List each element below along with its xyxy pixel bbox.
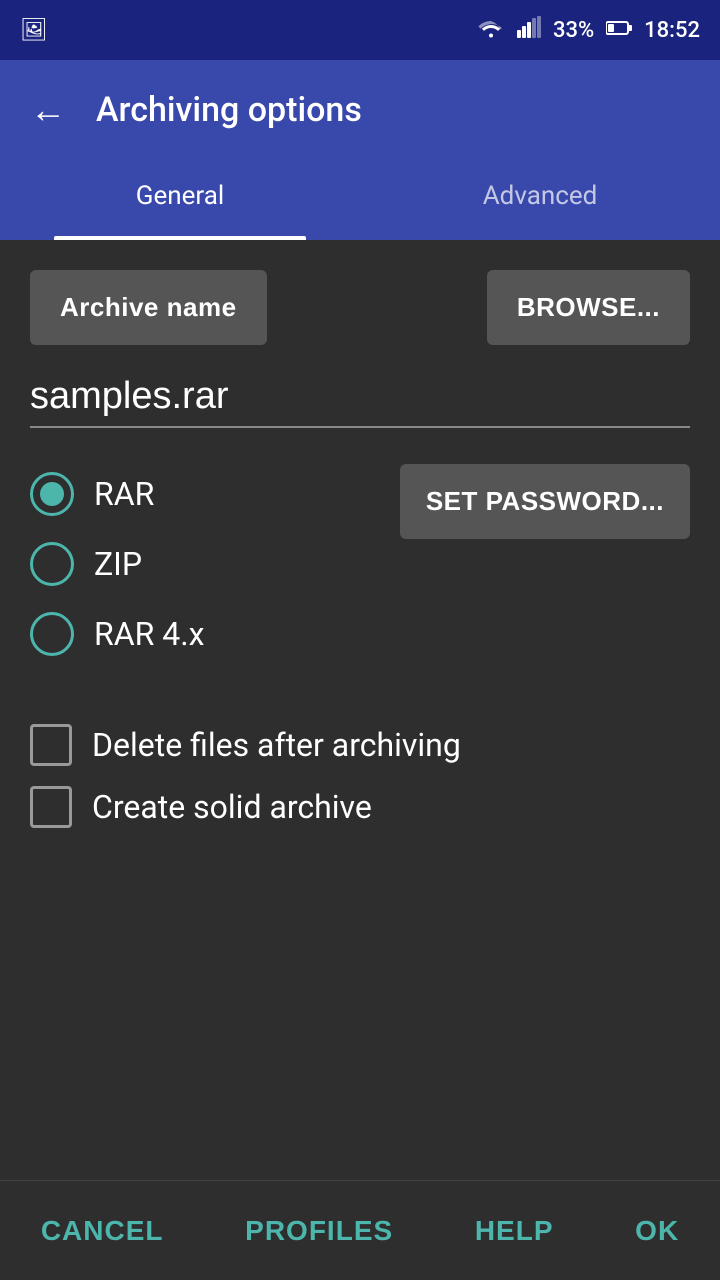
checkbox-solid-row[interactable]: Create solid archive <box>30 786 690 828</box>
signal-icon <box>517 16 541 44</box>
back-button[interactable]: ← <box>30 89 66 131</box>
radio-zip-label: ZIP <box>94 545 142 583</box>
checkbox-group: Delete files after archiving Create soli… <box>30 724 690 828</box>
profiles-button[interactable]: PROFILES <box>225 1205 413 1257</box>
radio-rar-inner <box>40 482 64 506</box>
radio-zip-button[interactable] <box>30 542 74 586</box>
image-icon: 🖼 <box>20 18 48 43</box>
cancel-button[interactable]: CANCEL <box>21 1205 184 1257</box>
checkbox-delete-row[interactable]: Delete files after archiving <box>30 724 690 766</box>
browse-button[interactable]: BROWSE... <box>487 270 690 345</box>
radio-rar4x-button[interactable] <box>30 612 74 656</box>
radio-rar[interactable]: RAR <box>30 464 205 524</box>
filename-input[interactable] <box>30 365 690 426</box>
set-password-button[interactable]: SET PASSWORD... <box>400 464 690 539</box>
radio-rar4x-label: RAR 4.x <box>94 615 205 653</box>
archive-name-row: Archive name BROWSE... <box>30 270 690 345</box>
battery-icon <box>606 18 632 43</box>
tab-general[interactable]: General <box>0 160 360 240</box>
ok-button[interactable]: OK <box>615 1205 699 1257</box>
page-title: Archiving options <box>96 90 362 130</box>
tab-bar: General Advanced <box>0 160 720 240</box>
radio-rar-button[interactable] <box>30 472 74 516</box>
checkbox-delete[interactable] <box>30 724 72 766</box>
radio-rar4x[interactable]: RAR 4.x <box>30 604 205 664</box>
format-radio-group: RAR ZIP RAR 4.x <box>30 464 205 664</box>
tab-advanced[interactable]: Advanced <box>360 160 720 240</box>
checkbox-solid-label: Create solid archive <box>92 788 372 826</box>
filename-row <box>30 365 690 428</box>
checkbox-delete-label: Delete files after archiving <box>92 726 461 764</box>
wifi-icon <box>477 16 505 44</box>
bottom-bar: CANCEL PROFILES HELP OK <box>0 1180 720 1280</box>
format-password-section: RAR ZIP RAR 4.x SET PASSWORD... <box>30 464 690 694</box>
archive-name-button[interactable]: Archive name <box>30 270 267 345</box>
help-button[interactable]: HELP <box>455 1205 574 1257</box>
status-bar: 🖼 33% 18:52 <box>0 0 720 60</box>
checkbox-solid[interactable] <box>30 786 72 828</box>
main-content: Archive name BROWSE... RAR ZIP <box>0 240 720 828</box>
radio-zip[interactable]: ZIP <box>30 534 205 594</box>
battery-text: 33% <box>553 18 594 43</box>
app-bar: ← Archiving options <box>0 60 720 160</box>
radio-rar-label: RAR <box>94 475 154 513</box>
time-display: 18:52 <box>644 18 700 43</box>
